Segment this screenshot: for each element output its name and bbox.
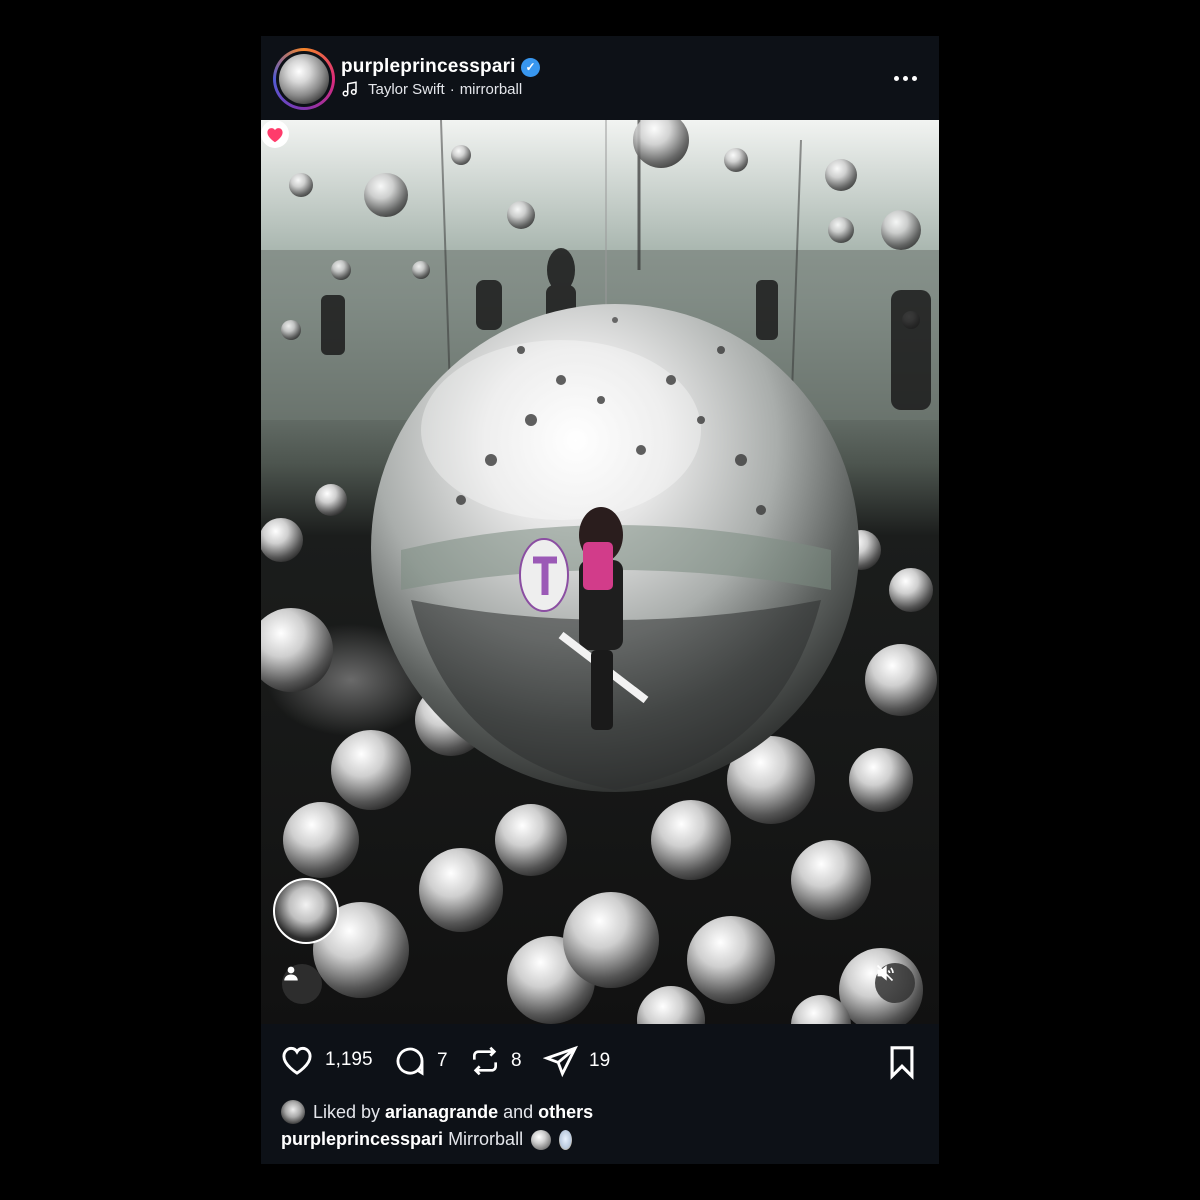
mirror-emoji-icon [559, 1129, 573, 1150]
comment-button[interactable]: 7 [393, 1044, 448, 1078]
comment-icon [396, 1047, 424, 1076]
heart-outline-icon [282, 1046, 312, 1075]
audio-link[interactable]: Taylor Swift · mirrorball [341, 80, 522, 98]
caption-username-link[interactable]: purpleprincesspari [281, 1129, 443, 1150]
muted-speaker-icon[interactable] [875, 963, 915, 1003]
mirror-ball-emoji-icon [531, 1129, 552, 1150]
repost-icon [473, 1046, 497, 1076]
verified-badge-icon: ✓ [521, 58, 540, 77]
liked-by-and: and [503, 1101, 534, 1122]
repost-count: 8 [511, 1050, 522, 1071]
caption: purpleprincesspari Mirrorball [281, 1129, 573, 1150]
more-options-icon[interactable] [885, 64, 925, 92]
mirror-ball [371, 304, 859, 792]
post-card: purpleprincesspari ✓ Taylor Swift · mirr… [261, 36, 939, 1164]
heart-icon [261, 120, 289, 148]
bookmark-icon[interactable] [885, 1044, 919, 1080]
profile-avatar[interactable] [273, 48, 335, 110]
action-bar: 1,195 7 8 19 [261, 1036, 939, 1086]
music-note-icon [342, 81, 357, 97]
username-link[interactable]: purpleprincesspari [341, 56, 516, 78]
like-count: 1,195 [325, 1049, 373, 1070]
liked-by-prefix: Liked by [313, 1101, 381, 1122]
caption-text: Mirrorball [448, 1129, 524, 1149]
liked-by-row: Liked by arianagrande and others [281, 1100, 593, 1124]
avatar-image [279, 54, 329, 104]
user-tag-icon[interactable] [282, 964, 322, 1004]
post-media-video[interactable] [261, 120, 939, 1024]
mirror-room-scene [261, 120, 939, 1024]
share-count: 19 [589, 1050, 611, 1071]
repost-button[interactable]: 8 [469, 1044, 522, 1078]
send-icon [543, 1045, 578, 1078]
comment-count: 7 [437, 1050, 448, 1071]
post-header: purpleprincesspari ✓ Taylor Swift · mirr… [261, 36, 939, 120]
liked-by-user-link[interactable]: arianagrande [385, 1102, 498, 1123]
like-button[interactable]: 1,195 [279, 1044, 373, 1076]
liked-by-creator-avatar[interactable] [273, 878, 339, 944]
music-separator: · [449, 80, 455, 98]
liked-by-avatar[interactable] [281, 1100, 305, 1124]
liked-by-others-link[interactable]: others [538, 1102, 593, 1123]
share-button[interactable]: 19 [543, 1044, 610, 1078]
music-artist: Taylor Swift [368, 80, 445, 98]
music-track: mirrorball [459, 80, 523, 98]
